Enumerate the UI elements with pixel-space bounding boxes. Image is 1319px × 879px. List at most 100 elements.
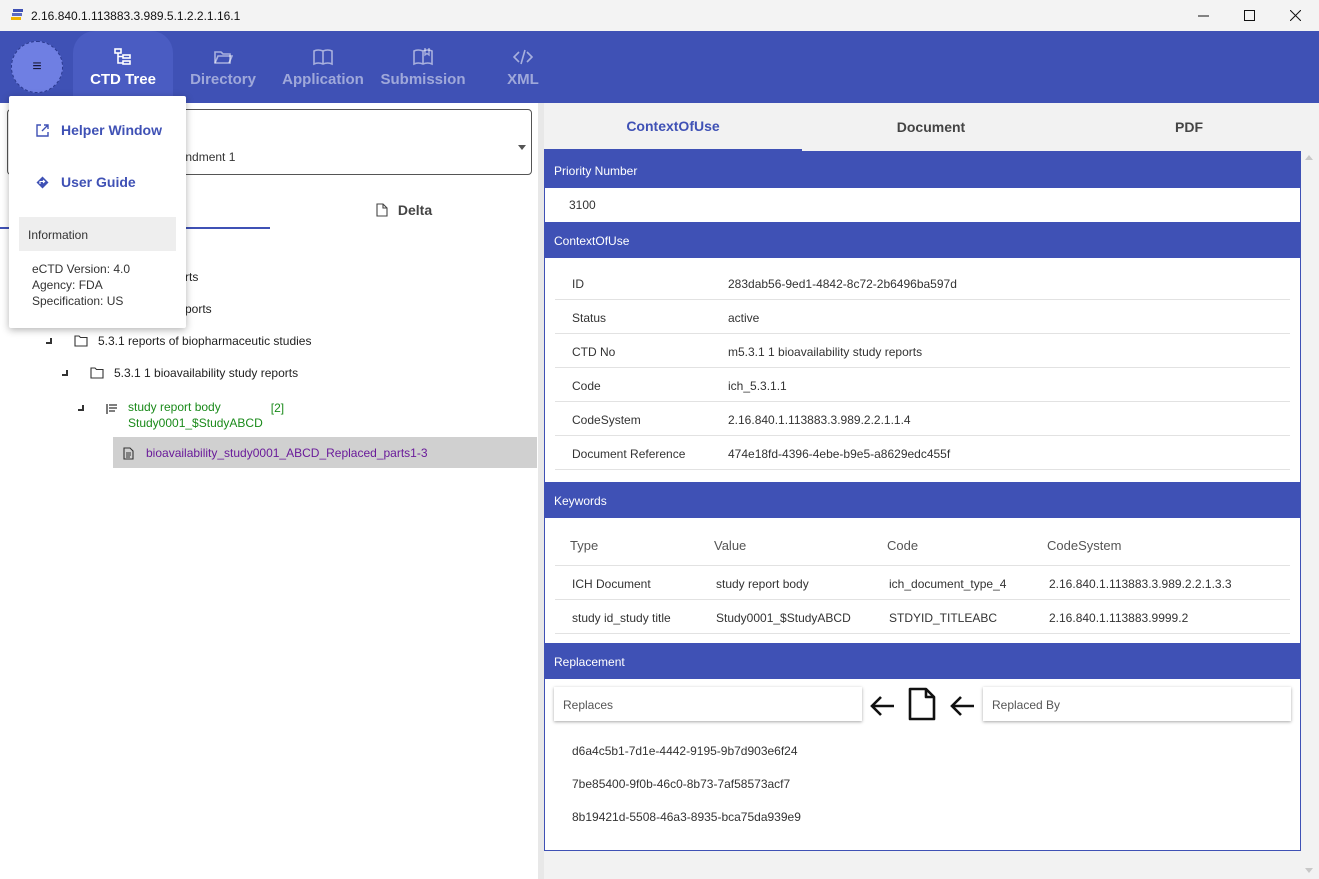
expander-icon[interactable] [46,338,52,344]
field-value: 474e18fd-4396-4ebe-b9e5-a8629edc455f [728,447,951,461]
hamburger-menu-button[interactable]: ≡ [11,41,63,93]
tab-document[interactable]: Document [802,103,1060,151]
field-key: Document Reference [572,447,686,461]
expander-icon[interactable] [62,370,68,376]
section-header-keywords: Keywords [545,482,1300,518]
maximize-button[interactable] [1226,0,1272,31]
count-badge: [2] [270,401,285,415]
field-row-status: Status active [555,300,1290,334]
field-key: Code [572,379,601,393]
field-key: CTD No [572,345,616,359]
nav-tab-label: CTD Tree [90,71,156,88]
leaf-title: study report body [128,400,221,414]
title-bar: 2.16.840.1.113883.3.989.5.1.2.2.1.16.1 [0,0,1319,31]
menu-item-helper-window[interactable]: Helper Window [9,112,186,148]
tree-node[interactable]: bioavailability_study0001_ABCD_Replaced_… [123,446,428,460]
field-value: 2.16.840.1.113883.3.989.2.2.1.1.4 [728,413,911,427]
column-header: Type [570,538,599,553]
keywords-table-header: Type Value Code CodeSystem [555,526,1290,566]
nav-tab-label: Application [282,71,364,88]
maximize-icon [1243,10,1255,21]
field-key: Status [572,311,607,325]
table-row: study id_study title Study0001_$StudyABC… [555,600,1290,634]
close-icon [1289,10,1301,21]
replaces-box: Replaces [554,687,862,721]
field-value: active [728,311,760,325]
tree-node-label: 5.3.1 1 bioavailability study reports [114,366,299,380]
tree-node[interactable]: study report body Study0001_$StudyABCD [… [78,399,284,431]
chevron-down-icon [518,145,526,150]
menu-item-label: Helper Window [61,122,162,138]
field-value: m5.3.1 1 bioavailability study reports [728,345,923,359]
section-header-context: ContextOfUse [545,222,1300,258]
directions-icon [36,176,49,188]
column-header: Code [887,538,919,553]
expander-icon[interactable] [78,405,84,411]
nav-tab-directory[interactable]: Directory [173,31,273,103]
nav-tab-application[interactable]: Application [273,31,373,103]
close-button[interactable] [1272,0,1318,31]
window-title: 2.16.840.1.113883.3.989.5.1.2.2.1.16.1 [31,9,241,23]
tree-node-label: rts [185,270,199,284]
field-row-codesystem: CodeSystem 2.16.840.1.113883.3.989.2.2.1… [555,402,1290,436]
document-icon [908,687,936,721]
nav-tab-ctd-tree[interactable]: CTD Tree [73,31,173,103]
field-key: CodeSystem [572,413,641,427]
column-header: Value [714,538,747,553]
table-cell: 2.16.840.1.113883.9999.2 [1049,611,1189,625]
nav-tab-xml[interactable]: XML [473,31,573,103]
replaced-document-id: 7be85400-9f0b-46c0-8b73-7af58573acf7 [572,777,791,791]
minimize-button[interactable] [1180,0,1226,31]
app-logo-icon [11,9,23,20]
table-cell: study report body [716,577,809,591]
scroll-up-icon[interactable] [1305,155,1313,160]
nav-tab-label: XML [507,71,539,88]
leaf-subtitle: Study0001_$StudyABCD [128,416,263,430]
field-row-id: ID 283dab56-9ed1-4842-8c72-2b6496ba597d [555,266,1290,300]
table-cell: Study0001_$StudyABCD [716,611,851,625]
document-icon [123,446,134,460]
ectd-version: eCTD Version: 4.0 [32,262,131,276]
context-of-use-content: Priority Number 3100 ContextOfUse ID 283… [544,151,1301,851]
tree-node-label: 5.3.1 reports of biopharmaceutic studies [98,334,312,348]
menu-icon: ≡ [32,58,42,75]
table-cell: study id_study title [572,611,671,625]
agency: Agency: FDA [32,278,103,292]
replacement-area: Replaces Replaced By [545,653,1300,743]
scroll-down-icon[interactable] [1305,868,1313,873]
menu-item-user-guide[interactable]: User Guide [9,164,186,200]
table-cell: ich_document_type_4 [889,577,1007,591]
tree-node[interactable]: 5.3.1 1 bioavailability study reports [62,366,298,380]
field-value: 283dab56-9ed1-4842-8c72-2b6496ba597d [728,277,957,291]
replaced-document-id: 8b19421d-5508-46a3-8935-bca75da939e9 [572,810,801,824]
tab-pdf[interactable]: PDF [1060,103,1318,151]
section-header-priority: Priority Number [545,152,1300,188]
tree-node-label: bioavailability_study0001_ABCD_Replaced_… [146,446,428,460]
replaced-document-id: d6a4c5b1-7d1e-4442-9195-9b7d903e6f24 [572,744,798,758]
main-nav: CTD Tree Directory Application Submissio… [0,31,1319,103]
tree-node[interactable]: ports [185,302,212,316]
submission-book-icon [413,48,433,66]
field-key: ID [572,277,584,291]
tree-node-label: study report body Study0001_$StudyABCD [128,399,263,431]
nav-tab-submission[interactable]: Submission [373,31,473,103]
arrow-left-icon [950,696,974,716]
app-menu-dropdown: Helper Window User Guide Information eCT… [9,96,186,328]
field-row-ctd-no: CTD No m5.3.1 1 bioavailability study re… [555,334,1290,368]
table-cell: ICH Document [572,577,651,591]
tab-delta[interactable]: Delta [270,191,538,229]
tree-icon [114,48,131,65]
book-icon [313,49,333,66]
priority-value: 3100 [569,198,596,212]
list-icon [106,404,117,414]
tab-label: Delta [397,202,433,218]
replaced-by-box: Replaced By [983,687,1291,721]
nav-tab-label: Directory [190,71,256,88]
tree-node[interactable]: rts [185,270,198,284]
table-cell: STDYID_TITLEABC [889,611,998,625]
arrow-left-icon [870,696,894,716]
tree-node[interactable]: 5.3.1 reports of biopharmaceutic studies [46,334,311,348]
tab-context-of-use[interactable]: ContextOfUse [544,103,802,151]
minimize-icon [1197,15,1209,17]
table-cell: 2.16.840.1.113883.3.989.2.2.1.3.3 [1049,577,1232,591]
